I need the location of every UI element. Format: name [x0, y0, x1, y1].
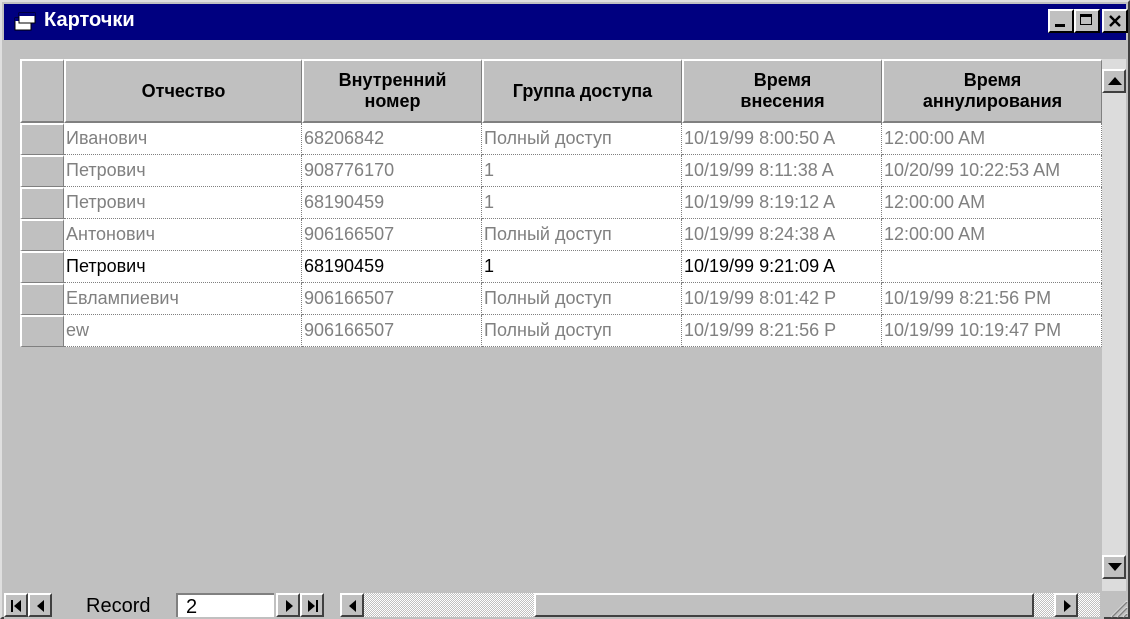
form-icon [14, 12, 36, 32]
close-button[interactable] [1102, 9, 1128, 33]
column-header-internal-number[interactable]: Внутренний номер [302, 59, 482, 123]
select-all-corner[interactable] [20, 59, 64, 123]
cell-cancel-time[interactable]: 10/19/99 10:19:47 PM [882, 315, 1102, 347]
cell-internal-number[interactable]: 908776170 [302, 155, 482, 187]
horizontal-scroll-thumb[interactable] [534, 593, 1034, 617]
column-header-entry-time[interactable]: Время внесения [682, 59, 882, 123]
first-record-icon [10, 600, 24, 612]
cell-entry-time[interactable]: 10/19/99 8:11:38 A [682, 155, 882, 187]
previous-record-button[interactable] [28, 593, 52, 617]
cell-access-group[interactable]: 1 [482, 155, 682, 187]
arrow-right-icon [1063, 600, 1073, 612]
cell-access-group[interactable]: 1 [482, 251, 682, 283]
cell-cancel-time[interactable]: 12:00:00 AM [882, 187, 1102, 219]
cell-internal-number[interactable]: 68190459 [302, 187, 482, 219]
cell-access-group[interactable]: Полный доступ [482, 283, 682, 315]
cell-internal-number[interactable]: 68206842 [302, 123, 482, 155]
scroll-down-button[interactable] [1102, 555, 1126, 579]
cards-window: Карточки Отчество Внутренний номер Групп… [0, 0, 1130, 619]
cell-access-group[interactable]: Полный доступ [482, 315, 682, 347]
cell-cancel-time[interactable]: 10/19/99 8:21:56 PM [882, 283, 1102, 315]
record-number-input[interactable]: 2 [176, 593, 274, 618]
previous-record-icon [36, 600, 46, 612]
maximize-icon [1080, 14, 1092, 25]
next-record-icon [285, 600, 295, 612]
row-selector[interactable] [20, 155, 64, 187]
last-record-button[interactable] [300, 593, 324, 617]
title-bar[interactable]: Карточки [4, 4, 1128, 40]
last-record-icon [306, 600, 320, 612]
column-header-access-group[interactable]: Группа доступа [482, 59, 682, 123]
datasheet-grid[interactable]: Отчество Внутренний номер Группа доступа… [20, 59, 1102, 591]
cell-cancel-time[interactable] [882, 251, 1102, 283]
column-header-patronymic[interactable]: Отчество [64, 59, 302, 123]
cell-cancel-time[interactable]: 12:00:00 AM [882, 219, 1102, 251]
resize-grip-icon[interactable] [1106, 596, 1128, 618]
close-icon [1107, 13, 1123, 29]
cell-patronymic[interactable]: Антонович [64, 219, 302, 251]
horizontal-scrollbar[interactable] [340, 593, 1100, 617]
cell-internal-number[interactable]: 906166507 [302, 315, 482, 347]
cell-internal-number[interactable]: 906166507 [302, 219, 482, 251]
row-selector[interactable] [20, 251, 64, 283]
cell-entry-time[interactable]: 10/19/99 8:01:42 P [682, 283, 882, 315]
cell-patronymic[interactable]: Петрович [64, 155, 302, 187]
cell-entry-time[interactable]: 10/19/99 8:21:56 P [682, 315, 882, 347]
cell-cancel-time[interactable]: 10/20/99 10:22:53 AM [882, 155, 1102, 187]
cell-entry-time[interactable]: 10/19/99 8:19:12 A [682, 187, 882, 219]
window-title: Карточки [44, 9, 135, 31]
row-selector[interactable] [20, 283, 64, 315]
cell-patronymic[interactable]: Петрович [64, 251, 302, 283]
cell-patronymic[interactable]: Евлампиевич [64, 283, 302, 315]
minimize-icon [1055, 24, 1065, 27]
row-selector[interactable] [20, 219, 64, 251]
cell-internal-number[interactable]: 68190459 [302, 251, 482, 283]
record-navigation-bar: Record 2 [4, 591, 1104, 619]
vertical-scrollbar[interactable] [1102, 59, 1126, 591]
scroll-up-button[interactable] [1102, 69, 1126, 93]
arrow-down-icon [1108, 563, 1122, 571]
cell-entry-time[interactable]: 10/19/99 8:24:38 A [682, 219, 882, 251]
cell-patronymic[interactable]: Иванович [64, 123, 302, 155]
cell-cancel-time[interactable]: 12:00:00 AM [882, 123, 1102, 155]
cell-access-group[interactable]: 1 [482, 187, 682, 219]
row-selector[interactable] [20, 123, 64, 155]
cell-patronymic[interactable]: Петрович [64, 187, 302, 219]
cell-access-group[interactable]: Полный доступ [482, 219, 682, 251]
row-selector[interactable] [20, 315, 64, 347]
cell-access-group[interactable]: Полный доступ [482, 123, 682, 155]
minimize-button[interactable] [1048, 9, 1074, 33]
arrow-left-icon [348, 600, 358, 612]
first-record-button[interactable] [4, 593, 28, 617]
scroll-left-button[interactable] [340, 593, 364, 617]
cell-internal-number[interactable]: 906166507 [302, 283, 482, 315]
column-header-cancel-time[interactable]: Время аннулирования [882, 59, 1102, 123]
row-selector[interactable] [20, 187, 64, 219]
cell-entry-time[interactable]: 10/19/99 8:00:50 A [682, 123, 882, 155]
cell-entry-time[interactable]: 10/19/99 9:21:09 A [682, 251, 882, 283]
cell-patronymic[interactable]: ew [64, 315, 302, 347]
next-record-button[interactable] [276, 593, 300, 617]
scroll-right-button[interactable] [1054, 593, 1078, 617]
empty-grid-area [64, 347, 1102, 591]
maximize-button[interactable] [1074, 9, 1100, 33]
arrow-up-icon [1108, 77, 1122, 85]
